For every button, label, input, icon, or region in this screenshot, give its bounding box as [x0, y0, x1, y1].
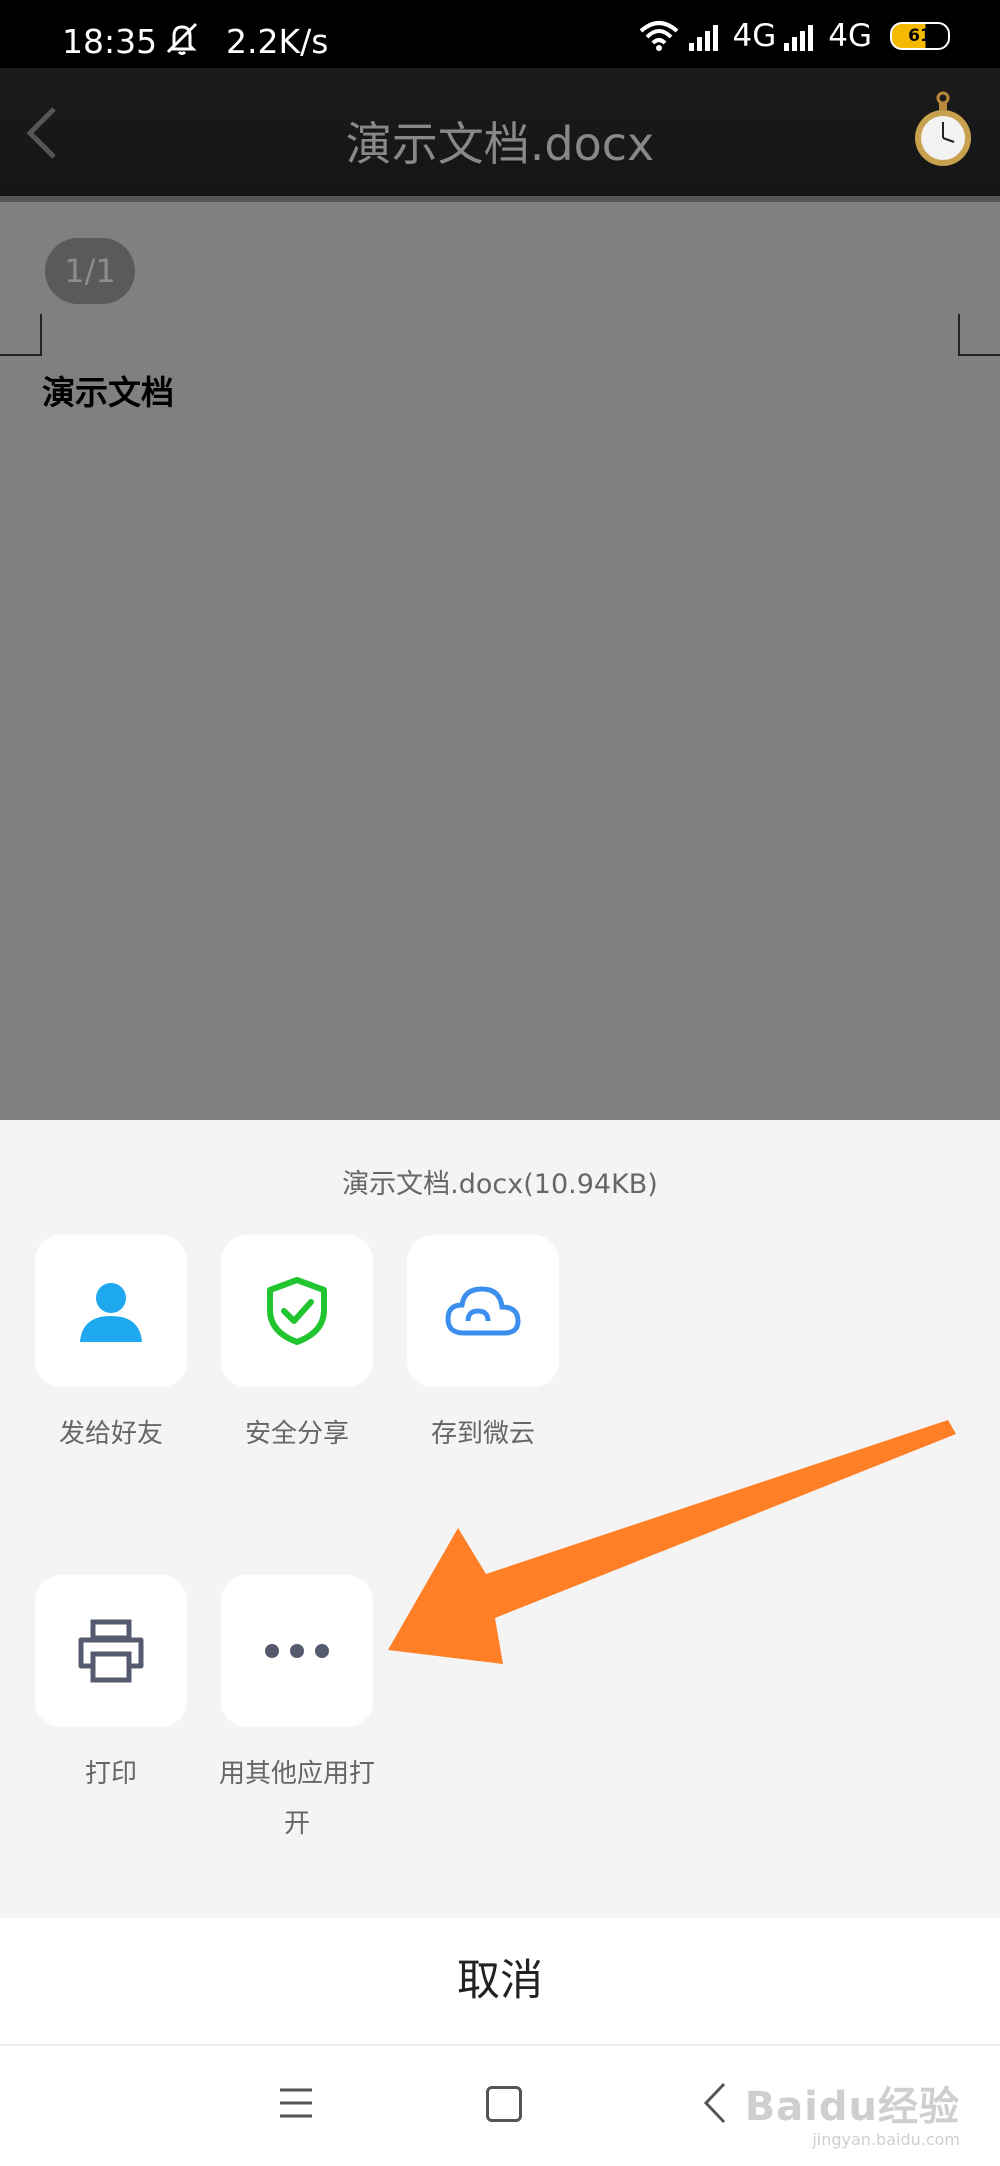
baidu-watermark: Baidu经验	[744, 2084, 960, 2130]
signal-icon	[784, 25, 814, 51]
status-time: 18:35	[62, 22, 158, 61]
document-heading: 演示文档	[42, 373, 174, 412]
cancel-button[interactable]: 取消	[0, 1918, 1000, 2046]
baidu-watermark-url: jingyan.baidu.com	[812, 2130, 960, 2149]
printer-icon	[78, 1619, 144, 1683]
network-label-1: 4G	[732, 18, 777, 54]
page-corner-left	[0, 314, 42, 356]
battery-icon: 61	[890, 22, 950, 50]
shield-check-icon	[267, 1277, 327, 1345]
page-indicator: 1/1	[45, 238, 135, 304]
open-with-other-app-button[interactable]	[221, 1575, 373, 1727]
open-with-label-line2: 开	[283, 1809, 310, 1839]
secure-share-label: 安全分享	[244, 1419, 349, 1449]
title-bar: 演示文档.docx	[0, 68, 1000, 196]
page-title: 演示文档.docx	[345, 117, 655, 171]
pocket-watch-icon[interactable]	[912, 90, 974, 170]
document-preview: 1/1 演示文档	[0, 202, 1000, 1120]
wifi-icon	[639, 21, 678, 51]
menu-icon[interactable]	[278, 2086, 314, 2120]
open-with-label-line1: 用其他应用打	[218, 1759, 375, 1789]
file-info: 演示文档.docx(10.94KB)	[342, 1169, 658, 1200]
cloud-icon	[445, 1286, 521, 1336]
status-speed: 2.2K/s	[226, 22, 329, 61]
more-dots-icon	[265, 1644, 329, 1658]
network-label-2: 4G	[828, 18, 872, 54]
status-right: 4G 4G 61	[637, 18, 950, 54]
open-with-other-app-label: 用其他应用打 开	[202, 1749, 392, 1849]
send-to-friend-button[interactable]	[35, 1235, 187, 1387]
print-button[interactable]	[35, 1575, 187, 1727]
navigation-bar: Baidu经验 jingyan.baidu.com	[0, 2046, 1000, 2166]
print-label: 打印	[84, 1759, 137, 1789]
home-icon[interactable]	[486, 2086, 522, 2122]
secure-share-button[interactable]	[221, 1235, 373, 1387]
back-icon[interactable]	[700, 2080, 730, 2126]
user-icon	[80, 1283, 142, 1342]
page-corner-right	[958, 314, 1000, 356]
send-to-friend-label: 发给好友	[58, 1419, 163, 1449]
annotation-arrow-icon	[388, 1420, 956, 1664]
signal-icon	[688, 25, 718, 51]
bell-off-icon	[166, 22, 198, 55]
save-to-weiyun-button[interactable]	[407, 1235, 559, 1387]
status-bar: 18:35 2.2K/s 4G 4G 61	[0, 0, 1000, 68]
